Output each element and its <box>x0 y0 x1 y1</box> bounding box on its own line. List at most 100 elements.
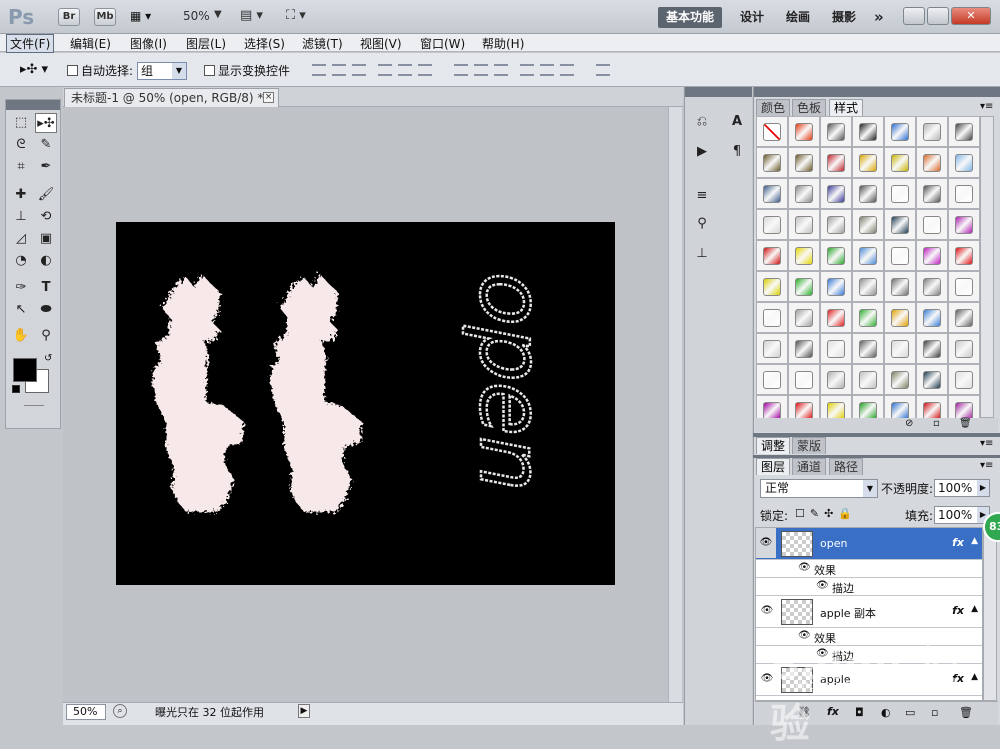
style-swatch[interactable] <box>852 240 884 271</box>
style-swatch[interactable] <box>948 364 980 395</box>
zoom-tool-icon[interactable]: ⚲ <box>35 326 57 346</box>
menu-window[interactable]: 窗口(W) <box>420 35 465 52</box>
menu-image[interactable]: 图像(I) <box>130 35 167 52</box>
workspace-photography[interactable]: 摄影 <box>824 7 864 28</box>
history-brush-tool-icon[interactable]: ⟲ <box>35 207 57 227</box>
menu-view[interactable]: 视图(V) <box>360 35 402 52</box>
style-swatch[interactable] <box>756 178 788 209</box>
style-swatch[interactable] <box>820 302 852 333</box>
style-swatch[interactable] <box>916 116 948 147</box>
style-swatch[interactable] <box>852 364 884 395</box>
quick-selection-tool-icon[interactable]: ✎ <box>35 135 57 155</box>
tab-channels[interactable]: 通道 <box>792 458 827 475</box>
style-swatch[interactable] <box>948 271 980 302</box>
style-swatch[interactable] <box>756 209 788 240</box>
delete-style-icon[interactable]: 🗑 <box>959 418 972 429</box>
style-swatch[interactable] <box>884 271 916 302</box>
lasso-tool-icon[interactable]: ᘓ <box>10 135 32 155</box>
path-selection-tool-icon[interactable]: ↖ <box>10 300 32 320</box>
style-swatch[interactable] <box>788 271 820 302</box>
style-swatch[interactable] <box>788 364 820 395</box>
distribute-right-icon[interactable] <box>560 64 574 76</box>
right-panel-header[interactable] <box>754 87 1000 97</box>
tab-color[interactable]: 颜色 <box>756 99 791 116</box>
style-swatch[interactable] <box>788 116 820 147</box>
style-swatch[interactable] <box>884 302 916 333</box>
default-colors-icon[interactable] <box>12 385 20 393</box>
eraser-tool-icon[interactable]: ◿ <box>10 229 32 249</box>
style-swatch[interactable] <box>884 209 916 240</box>
align-vcenter-icon[interactable] <box>332 64 346 76</box>
style-swatch[interactable] <box>916 178 948 209</box>
tab-layers[interactable]: 图层 <box>756 458 791 475</box>
layers-menu-icon[interactable]: ▾≡ <box>980 460 993 471</box>
menu-filter[interactable]: 滤镜(T) <box>302 35 343 52</box>
document-vertical-scrollbar[interactable] <box>668 107 682 703</box>
style-swatch[interactable] <box>788 147 820 178</box>
distribute-top-icon[interactable] <box>454 64 468 76</box>
style-swatch[interactable] <box>788 209 820 240</box>
brush-tool-icon[interactable]: 🖌 <box>35 185 57 205</box>
style-swatch[interactable] <box>820 116 852 147</box>
effects-eye-icon[interactable]: 👁 <box>798 562 811 573</box>
style-swatch[interactable] <box>948 333 980 364</box>
style-swatch[interactable] <box>820 178 852 209</box>
style-swatch[interactable] <box>852 302 884 333</box>
style-swatch[interactable] <box>916 364 948 395</box>
style-swatch[interactable] <box>788 178 820 209</box>
tab-swatches[interactable]: 色板 <box>792 99 827 116</box>
styles-panel-menu-icon[interactable]: ▾≡ <box>980 101 993 112</box>
style-swatch[interactable] <box>884 364 916 395</box>
style-swatch[interactable] <box>948 240 980 271</box>
marquee-tool-icon[interactable]: ⬚ <box>10 113 32 133</box>
workspace-essentials[interactable]: 基本功能 <box>658 7 723 28</box>
swap-colors-icon[interactable]: ↺ <box>44 353 52 364</box>
style-swatch[interactable] <box>884 147 916 178</box>
status-menu-arrow-icon[interactable]: ▶ <box>298 704 310 718</box>
style-swatch[interactable] <box>916 209 948 240</box>
quick-mask-icon[interactable] <box>24 405 44 406</box>
style-swatch[interactable] <box>948 302 980 333</box>
move-tool-icon[interactable]: ▸✣ <box>35 113 57 133</box>
brush-presets-icon[interactable]: ≡ <box>690 185 714 207</box>
character-panel-icon[interactable]: A <box>725 111 749 133</box>
style-swatch[interactable] <box>916 302 948 333</box>
actions-panel-icon[interactable]: ▶ <box>690 141 714 163</box>
tab-masks[interactable]: 蒙版 <box>792 437 827 454</box>
eyedropper-tool-icon[interactable]: ✒ <box>35 157 57 177</box>
style-swatch[interactable] <box>948 116 980 147</box>
auto-select-checkbox[interactable] <box>67 65 78 76</box>
style-swatch[interactable] <box>852 116 884 147</box>
style-swatch[interactable] <box>820 147 852 178</box>
ellipse-tool-icon[interactable]: ⬬ <box>35 300 57 320</box>
tab-adjustments[interactable]: 调整 <box>756 437 791 454</box>
align-hcenter-icon[interactable] <box>398 64 412 76</box>
layer-fx-icon[interactable]: fx <box>952 536 964 549</box>
document-tab[interactable]: 未标题-1 @ 50% (open, RGB/8) * × <box>64 88 279 107</box>
auto-select-target-select[interactable]: 组 ▼ <box>137 62 187 80</box>
stroke-eye-icon[interactable]: 👁 <box>816 580 829 591</box>
style-swatch[interactable] <box>852 147 884 178</box>
document-canvas[interactable]: open <box>116 222 615 585</box>
style-swatch[interactable] <box>884 178 916 209</box>
menu-select[interactable]: 选择(S) <box>244 35 285 52</box>
style-swatch[interactable] <box>788 302 820 333</box>
align-bottom-icon[interactable] <box>352 64 366 76</box>
style-swatch[interactable] <box>916 271 948 302</box>
layer-effects-row[interactable]: 👁 效果 <box>756 560 982 578</box>
distribute-left-icon[interactable] <box>520 64 534 76</box>
align-left-icon[interactable] <box>378 64 392 76</box>
blend-mode-select[interactable]: 正常 ▼ <box>760 479 878 498</box>
style-swatch[interactable] <box>916 240 948 271</box>
arrange-documents-icon[interactable]: ▤ ▾ <box>240 8 263 23</box>
view-extras-icon[interactable]: ▦ ▾ <box>130 9 158 25</box>
dock-header[interactable] <box>685 87 752 97</box>
clone-source-icon[interactable]: ⚲ <box>690 213 714 235</box>
style-swatch[interactable] <box>948 209 980 240</box>
style-swatch[interactable] <box>756 271 788 302</box>
clone-stamp-tool-icon[interactable]: ⊥ <box>10 207 32 227</box>
style-swatch[interactable] <box>820 209 852 240</box>
auto-align-layers-icon[interactable] <box>596 64 610 76</box>
style-swatch[interactable] <box>884 333 916 364</box>
zoom-level-select[interactable]: 50% <box>183 9 210 23</box>
